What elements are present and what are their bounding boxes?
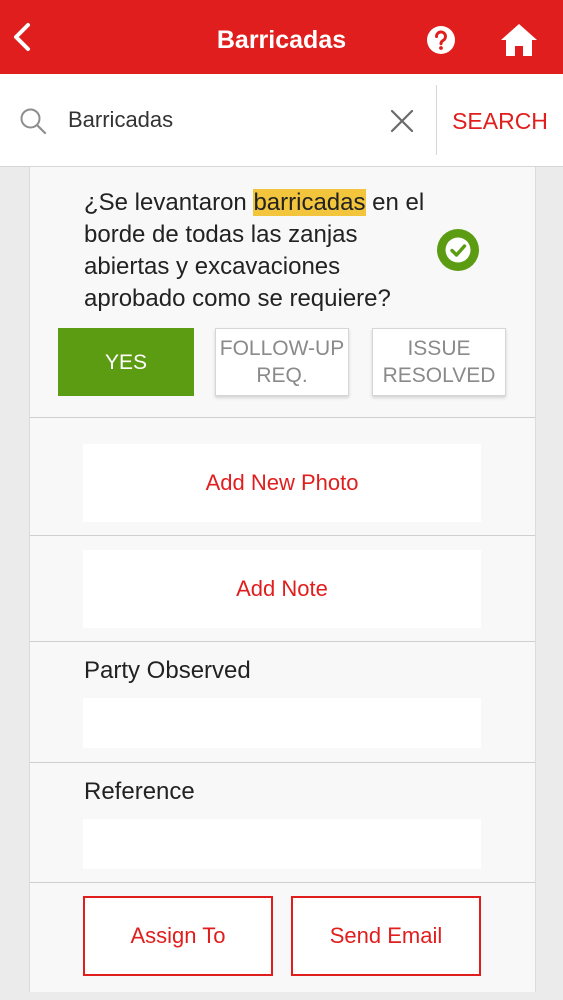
question-text: ¿Se levantaron barricadas en el borde de… (84, 187, 429, 315)
issue-resolved-label-line1: ISSUE (407, 337, 471, 360)
search-bar: SEARCH (0, 74, 563, 167)
divider (30, 417, 535, 418)
search-button[interactable]: SEARCH (437, 74, 563, 166)
follow-up-button[interactable]: FOLLOW-UP REQ. (215, 328, 349, 396)
assign-to-button[interactable]: Assign To (83, 896, 273, 976)
top-bar: Barricadas (0, 0, 563, 74)
reference-label: Reference (84, 778, 195, 805)
party-observed-label: Party Observed (84, 657, 251, 684)
search-input[interactable] (68, 100, 368, 140)
party-observed-field[interactable] (83, 698, 481, 748)
send-email-button[interactable]: Send Email (291, 896, 481, 976)
home-icon[interactable] (499, 22, 539, 58)
follow-up-label-line2: REQ. (256, 364, 308, 387)
issue-resolved-label-line2: RESOLVED (382, 364, 496, 387)
page-title: Barricadas (216, 26, 347, 54)
question-text-start: ¿Se levantaron (84, 189, 254, 216)
divider (30, 641, 535, 642)
add-note-button[interactable]: Add Note (83, 550, 481, 628)
divider (30, 882, 535, 883)
add-new-photo-button[interactable]: Add New Photo (83, 444, 481, 522)
check-circle-icon (437, 229, 479, 271)
highlighted-term: barricadas (253, 189, 366, 216)
divider (30, 762, 535, 763)
issue-resolved-button[interactable]: ISSUE RESOLVED (372, 328, 506, 396)
divider (30, 535, 535, 536)
help-circle-icon[interactable] (426, 25, 456, 55)
search-icon (20, 108, 47, 135)
reference-field[interactable] (83, 819, 481, 869)
follow-up-label-line1: FOLLOW-UP (219, 337, 345, 360)
yes-button[interactable]: YES (58, 328, 194, 396)
checklist-item-card: ¿Se levantaron barricadas en el borde de… (29, 167, 536, 992)
close-icon[interactable] (388, 107, 416, 135)
